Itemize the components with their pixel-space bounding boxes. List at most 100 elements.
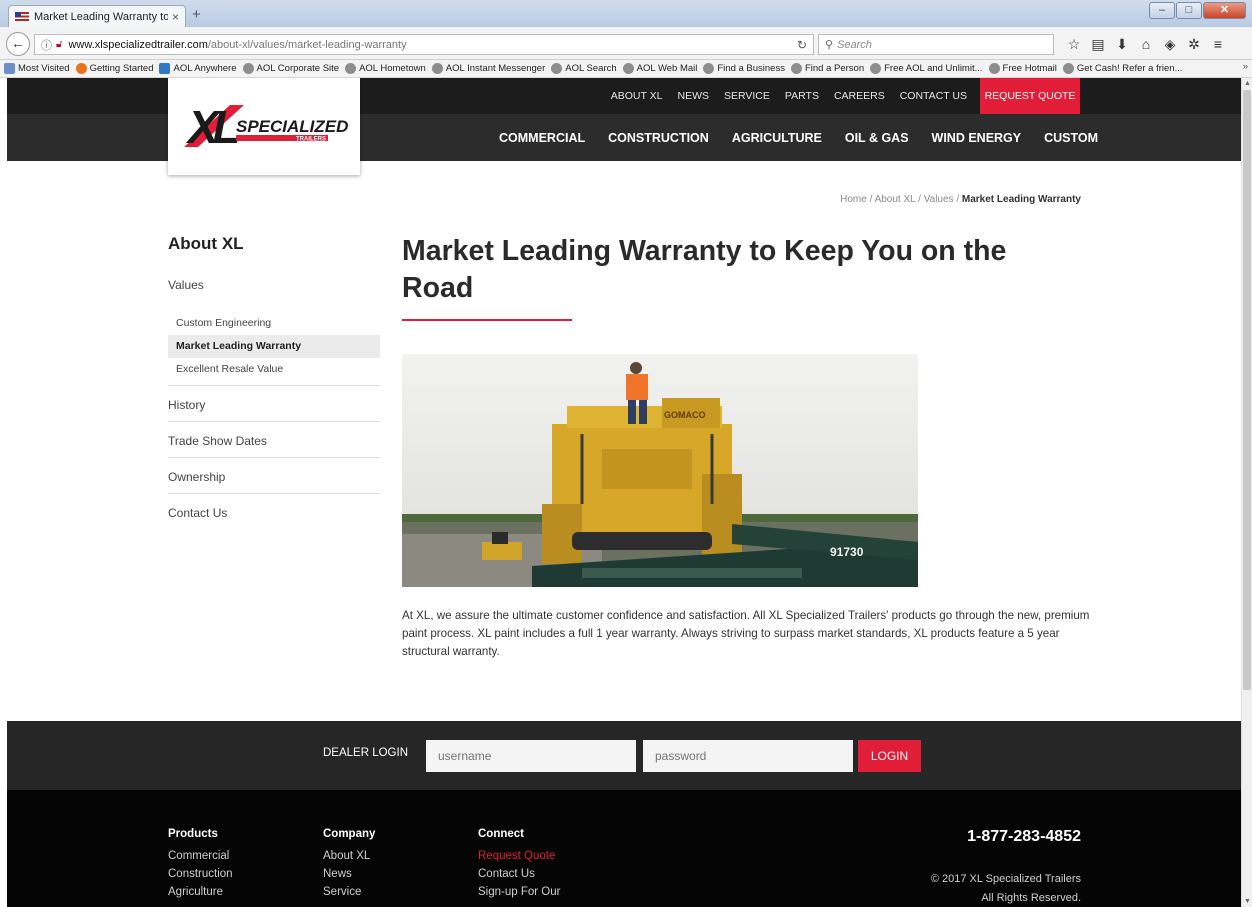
scroll-down-icon[interactable]: ▼: [1244, 898, 1251, 905]
insecure-lock-icon[interactable]: 🔓︎: [56, 39, 62, 50]
nav-commercial[interactable]: COMMERCIAL: [499, 131, 585, 145]
globe-icon: [431, 63, 443, 74]
sidebar-item-values[interactable]: Values: [168, 278, 380, 292]
toolbar-icons: ☆ ▤ ⬇ ⌂ ◈ ✲ ≡: [1062, 36, 1230, 53]
menu-icon[interactable]: ≡: [1206, 36, 1230, 53]
aol-icon: [159, 63, 171, 74]
site-logo[interactable]: XL SPECIALIZED TRAILERS: [168, 78, 360, 175]
page-title: Market Leading Warranty to Keep You on t…: [402, 235, 1007, 304]
nav-construction[interactable]: CONSTRUCTION: [608, 131, 709, 145]
window-close-icon[interactable]: ✕: [1203, 2, 1246, 19]
minimize-icon[interactable]: –: [1149, 2, 1175, 19]
breadcrumb-about[interactable]: About XL: [875, 194, 916, 205]
footer-phone[interactable]: 1-877-283-4852: [967, 828, 1081, 846]
footer-link[interactable]: Service: [323, 886, 375, 898]
scroll-up-icon[interactable]: ▲: [1244, 80, 1251, 87]
nav-oil-gas[interactable]: OIL & GAS: [845, 131, 909, 145]
footer-link[interactable]: Sign-up For Our: [478, 886, 560, 898]
bookmark-item[interactable]: Getting Started: [75, 63, 153, 74]
page-scrollbar[interactable]: ▲ ▼: [1241, 78, 1252, 907]
bookmark-item[interactable]: Find a Person: [790, 63, 864, 74]
reload-icon[interactable]: ↻: [797, 38, 807, 52]
bookmark-star-icon[interactable]: ☆: [1062, 36, 1086, 53]
sidebar-item-ownership[interactable]: Ownership: [168, 458, 380, 494]
footer-company-heading: Company: [323, 828, 376, 840]
footer-link[interactable]: Commercial: [168, 850, 233, 862]
footer-company-column: Company About XL News Service: [323, 828, 375, 904]
sidebar-item-market-leading-warranty[interactable]: Market Leading Warranty: [168, 335, 380, 358]
bookmarks-bar: Most Visited Getting Started AOL Anywher…: [0, 60, 1252, 78]
bookmark-item[interactable]: Find a Business: [703, 63, 785, 74]
us-flag-icon: [15, 12, 29, 21]
nav-contact-us[interactable]: CONTACT US: [900, 90, 967, 102]
url-path: /about-xl/values/market-leading-warranty: [207, 38, 407, 51]
footer-link[interactable]: News: [323, 868, 375, 880]
nav-careers[interactable]: CAREERS: [834, 90, 885, 102]
nav-wind-energy[interactable]: WIND ENERGY: [932, 131, 1022, 145]
browser-tab[interactable]: Market Leading Warranty to ×: [8, 5, 186, 27]
globe-icon: [790, 63, 802, 74]
bookmark-item[interactable]: Free Hotmail: [988, 63, 1057, 74]
sidebar-title[interactable]: About XL: [168, 234, 380, 254]
about-sidebar: About XL Values Custom Engineering Marke…: [168, 234, 380, 530]
footer-link[interactable]: Construction: [168, 868, 233, 880]
info-icon[interactable]: ⓘ: [41, 37, 52, 53]
url-bar[interactable]: ⓘ 🔓︎ www.xlspecializedtrailer.com /about…: [34, 34, 814, 55]
logo-sub: TRAILERS: [296, 137, 326, 143]
new-tab-button[interactable]: +: [192, 6, 201, 23]
footer-request-quote-link[interactable]: Request Quote: [478, 850, 560, 862]
sidebar-item-custom-engineering[interactable]: Custom Engineering: [168, 312, 380, 335]
home-icon[interactable]: ⌂: [1134, 36, 1158, 53]
footer-products-column: Products Commercial Construction Agricul…: [168, 828, 233, 904]
scrollbar-thumb[interactable]: [1243, 90, 1251, 690]
breadcrumb-current: Market Leading Warranty: [961, 194, 1081, 205]
request-quote-button[interactable]: REQUEST QUOTE: [980, 78, 1080, 114]
bookmark-item[interactable]: Get Cash! Refer a frien...: [1062, 63, 1183, 74]
bookmark-item[interactable]: AOL Anywhere: [159, 63, 237, 74]
bookmarks-overflow-icon[interactable]: »: [1243, 61, 1248, 72]
bookmark-item[interactable]: AOL Search: [551, 63, 617, 74]
reading-list-icon[interactable]: ▤: [1086, 36, 1110, 53]
browser-titlebar: Market Leading Warranty to × + – □ ✕: [0, 0, 1252, 27]
dealer-username-input[interactable]: [426, 740, 636, 772]
most-visited-icon: [4, 63, 15, 74]
nav-news[interactable]: NEWS: [677, 90, 709, 102]
back-arrow-icon[interactable]: ←: [6, 32, 30, 56]
download-icon[interactable]: ⬇: [1110, 36, 1134, 53]
maximize-icon[interactable]: □: [1176, 2, 1202, 19]
sidebar-item-excellent-resale-value[interactable]: Excellent Resale Value: [168, 358, 380, 381]
extension-icon[interactable]: ✲: [1182, 36, 1206, 53]
pocket-icon[interactable]: ◈: [1158, 36, 1182, 53]
sidebar-item-contact-us[interactable]: Contact Us: [168, 494, 380, 530]
dealer-password-input[interactable]: [643, 740, 853, 772]
nav-agriculture[interactable]: AGRICULTURE: [732, 131, 822, 145]
breadcrumb-home[interactable]: Home: [840, 194, 867, 205]
utility-nav: ABOUT XL NEWS SERVICE PARTS CAREERS CONT…: [596, 78, 995, 114]
footer-link[interactable]: Agriculture: [168, 886, 233, 898]
bookmark-item[interactable]: AOL Instant Messenger: [431, 63, 545, 74]
bookmark-item[interactable]: Free AOL and Unlimit...: [870, 63, 983, 74]
sidebar-item-history[interactable]: History: [168, 386, 380, 422]
globe-icon: [1062, 63, 1074, 74]
footer-products-heading: Products: [168, 828, 218, 840]
nav-parts[interactable]: PARTS: [785, 90, 819, 102]
footer-connect-column: Connect Request Quote Contact Us Sign-up…: [478, 828, 560, 904]
bookmark-item[interactable]: Most Visited: [4, 63, 70, 74]
sidebar-item-trade-show-dates[interactable]: Trade Show Dates: [168, 422, 380, 458]
close-tab-icon[interactable]: ×: [172, 10, 179, 24]
nav-service[interactable]: SERVICE: [724, 90, 770, 102]
title-underline: [402, 319, 572, 321]
xl-logo-icon: XL SPECIALIZED TRAILERS: [184, 103, 348, 151]
browser-search-input[interactable]: ⚲ Search: [818, 34, 1054, 55]
footer-link[interactable]: About XL: [323, 850, 375, 862]
search-placeholder: Search: [837, 38, 872, 51]
bookmark-item[interactable]: AOL Hometown: [345, 63, 426, 74]
bookmark-item[interactable]: AOL Web Mail: [622, 63, 697, 74]
bookmark-item[interactable]: AOL Corporate Site: [242, 63, 339, 74]
login-button[interactable]: LOGIN: [858, 740, 921, 772]
nav-custom[interactable]: CUSTOM: [1044, 131, 1098, 145]
footer-link[interactable]: Contact Us: [478, 868, 560, 880]
dealer-login-label: DEALER LOGIN: [323, 747, 408, 759]
nav-about-xl[interactable]: ABOUT XL: [611, 90, 663, 102]
breadcrumb-values[interactable]: Values: [924, 194, 954, 205]
